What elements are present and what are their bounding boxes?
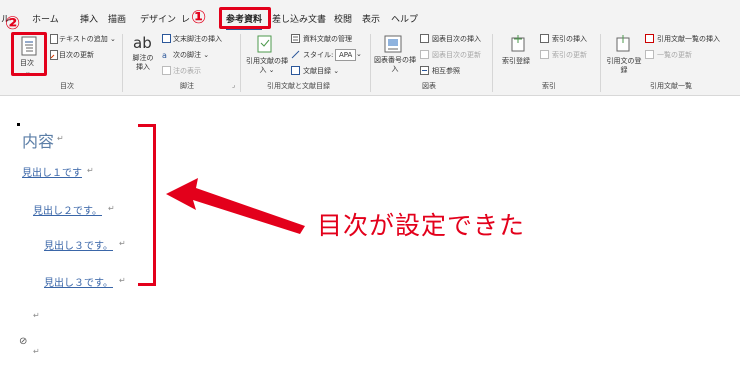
callout-text: 目次が設定できた [317, 211, 526, 240]
pointer-arrow-icon [166, 178, 305, 234]
